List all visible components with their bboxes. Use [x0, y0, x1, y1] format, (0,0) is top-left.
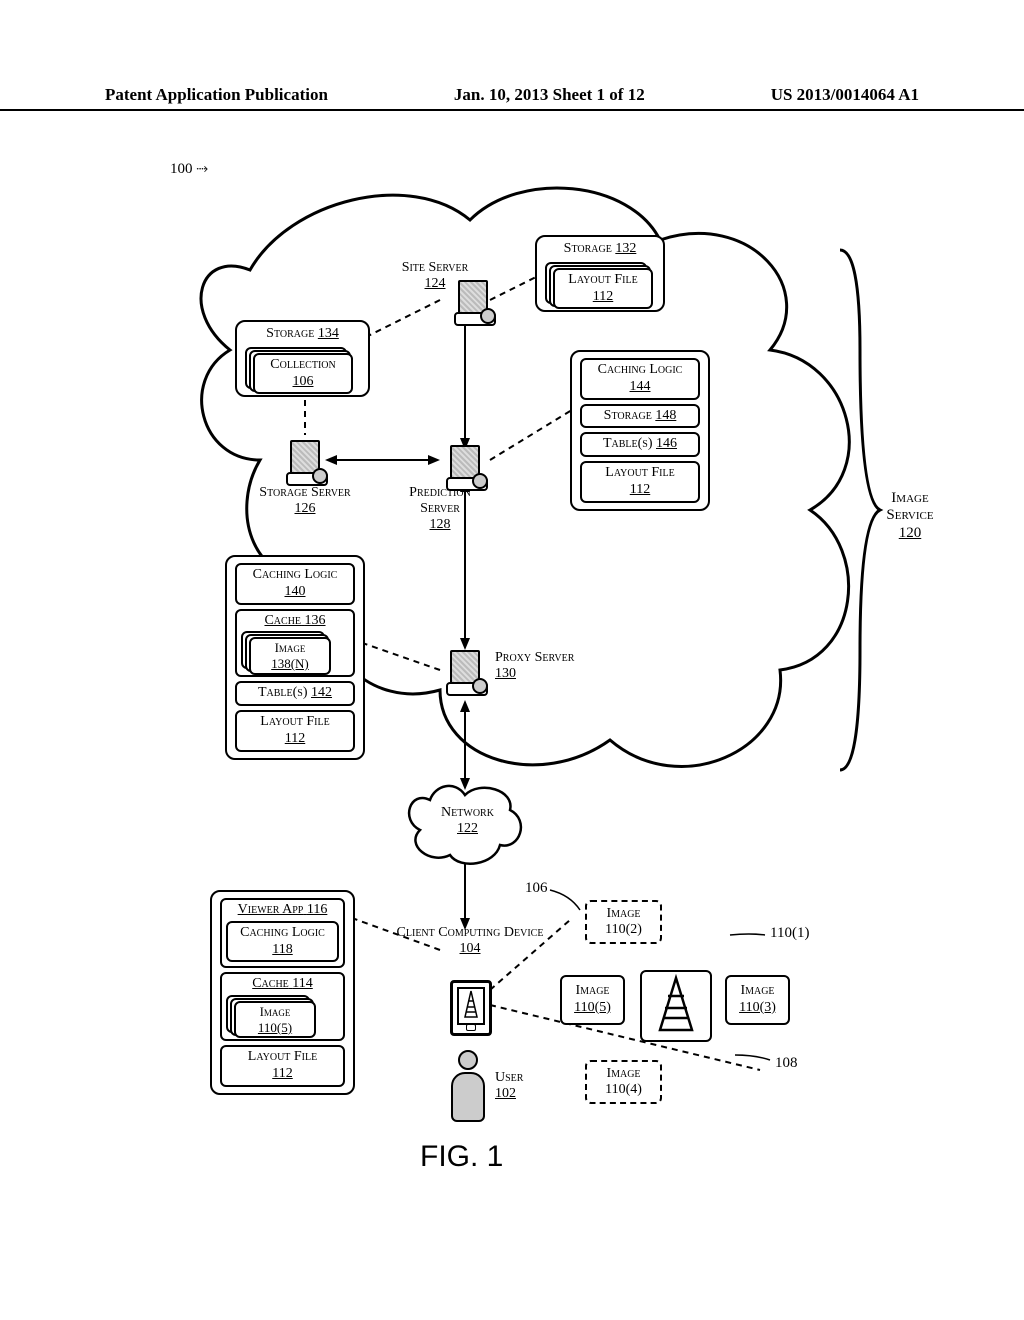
proxy-server-icon	[450, 650, 482, 692]
header-right: US 2013/0014064 A1	[771, 85, 919, 105]
client-device-data: Viewer App 116 Caching Logic118 Cache 11…	[210, 890, 355, 1095]
image-110-2: Image110(2)	[585, 900, 662, 944]
client-device-icon	[450, 980, 492, 1036]
storage-server-icon	[290, 440, 322, 482]
network-label: Network122	[430, 805, 505, 837]
site-server-icon	[458, 280, 490, 322]
page-header: Patent Application Publication Jan. 10, …	[0, 85, 1024, 111]
ref-110-1: 110(1)	[770, 925, 809, 942]
user-label: User102	[495, 1070, 545, 1102]
image-110-5: Image110(5)	[560, 975, 625, 1025]
figure-1: 100 ⤑	[140, 150, 890, 1250]
prediction-server-icon	[450, 445, 482, 487]
ref-106: 106	[525, 880, 548, 897]
storage-134: Storage 134 Collection106	[235, 320, 370, 397]
image-110-4: Image110(4)	[585, 1060, 662, 1104]
figure-caption: FIG. 1	[420, 1140, 503, 1174]
storage-server-label: Storage Server126	[245, 485, 365, 517]
ref-108: 108	[775, 1055, 798, 1072]
image-viewport	[640, 970, 712, 1042]
prediction-server-data: Caching Logic144 Storage 148 Table(s) 14…	[570, 350, 710, 511]
proxy-server-data: Caching Logic140 Cache 136 Image138(N) T…	[225, 555, 365, 760]
header-center: Jan. 10, 2013 Sheet 1 of 12	[454, 85, 645, 105]
header-left: Patent Application Publication	[105, 85, 328, 105]
prediction-server-label: Prediction Server128	[395, 485, 485, 533]
client-device-label: Client Computing Device104	[395, 925, 545, 957]
image-110-3: Image110(3)	[725, 975, 790, 1025]
ref-system: 100 ⤑	[170, 160, 208, 178]
proxy-server-label: Proxy Server130	[495, 650, 605, 682]
storage-132: Storage 132 Layout File112	[535, 235, 665, 312]
image-service-label: Image Service120	[875, 490, 945, 542]
user-icon	[450, 1050, 486, 1120]
